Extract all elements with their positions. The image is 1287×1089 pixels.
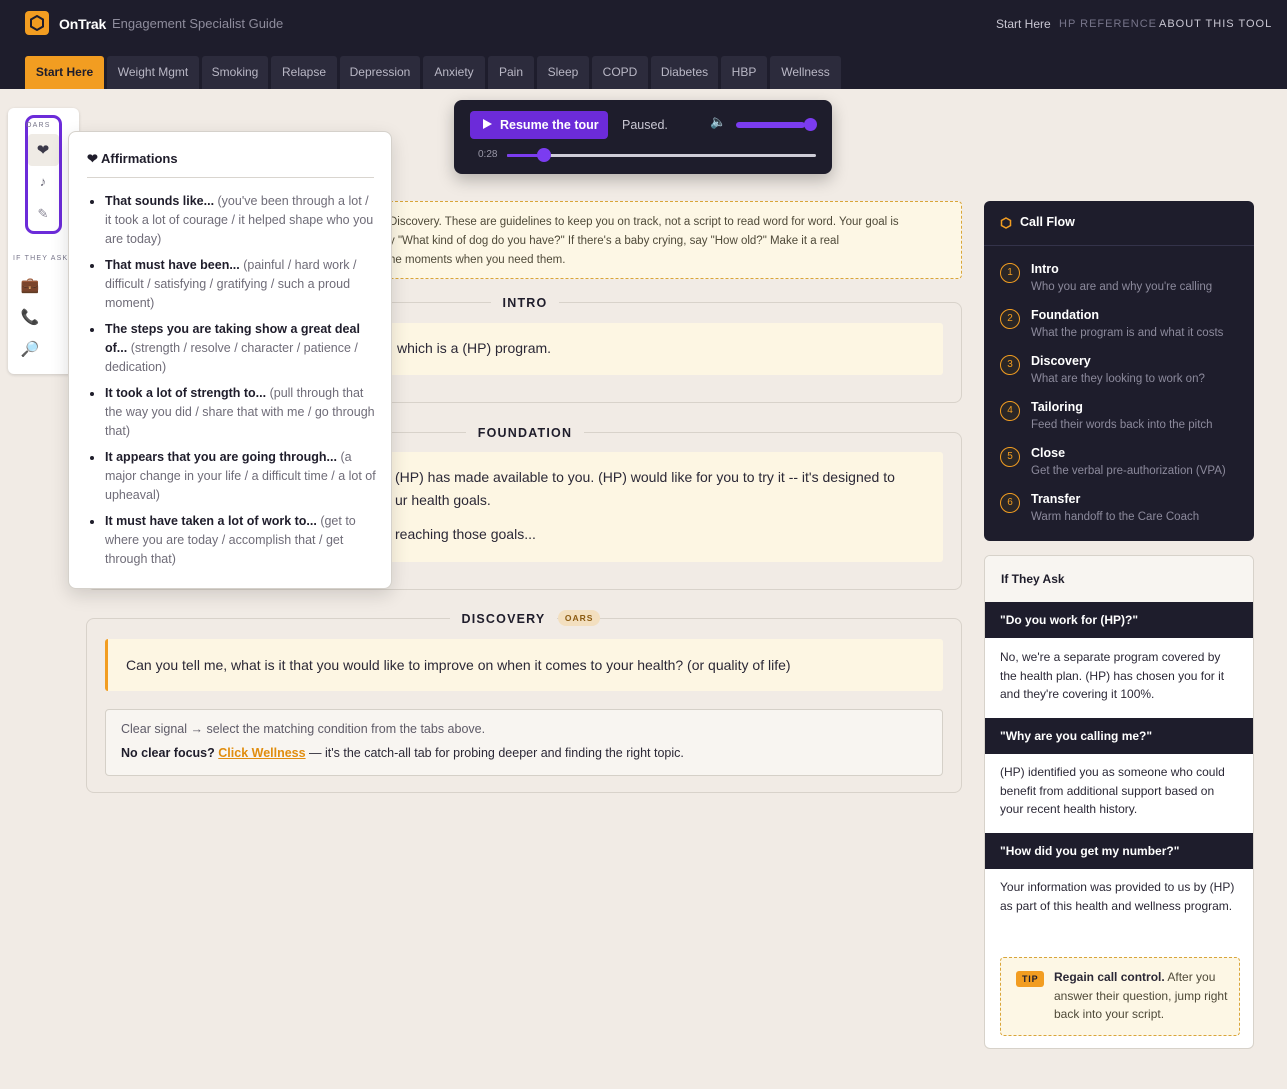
affirmation-item: That must have been... (painful / hard w… xyxy=(87,256,377,313)
resume-tour-label: Resume the tour xyxy=(500,118,599,132)
answer-text: (HP) identified you as someone who could… xyxy=(1000,765,1225,816)
tour-status: Paused. xyxy=(622,118,668,132)
question-header[interactable]: "Do you work for (HP)?" xyxy=(985,602,1253,638)
tab-copd[interactable]: COPD xyxy=(592,56,648,89)
discovery-title: DISCOVERY xyxy=(449,612,558,626)
foundation-title: FOUNDATION xyxy=(465,426,585,440)
if-they-ask-panel: If They Ask "Do you work for (HP)?" No, … xyxy=(984,555,1254,1049)
briefcase-icon[interactable]: 💼 xyxy=(16,276,44,294)
resume-tour-button[interactable]: Resume the tour xyxy=(470,111,608,139)
if-they-ask-header: If They Ask xyxy=(985,556,1253,602)
heart-icon[interactable]: ❤ xyxy=(29,141,57,159)
phone-icon[interactable]: 📞 xyxy=(16,308,44,326)
hexagon-icon xyxy=(1000,217,1012,229)
volume-fill xyxy=(736,122,806,128)
tab-pain[interactable]: Pain xyxy=(488,56,534,89)
call-flow-header: Call Flow xyxy=(984,201,1254,246)
routing-hint: Clear signal → select the matching condi… xyxy=(105,709,943,776)
oars-badge[interactable]: OARS xyxy=(557,610,601,626)
volume-slider[interactable] xyxy=(736,118,817,131)
affirmation-item: The steps you are taking show a great de… xyxy=(87,320,377,377)
affirmation-item: That sounds like... (you've been through… xyxy=(87,192,377,249)
affirmations-popover: ❤ Affirmations That sounds like... (you'… xyxy=(68,131,392,589)
tip-text: Regain call control. After you answer th… xyxy=(1054,970,1228,1021)
tip-badge: TIP xyxy=(1016,971,1045,987)
call-flow-title: Call Flow xyxy=(1020,215,1075,229)
popover-divider xyxy=(87,177,374,178)
tab-hbp[interactable]: HBP xyxy=(721,56,767,89)
tab-diabetes[interactable]: Diabetes xyxy=(651,56,718,89)
call-flow-panel: Call Flow 1 Intro Who you are and why you'… xyxy=(984,201,1254,541)
tab-start-here[interactable]: Start Here xyxy=(25,56,104,89)
tour-progress-handle[interactable] xyxy=(537,148,552,162)
magnifier-icon[interactable]: 🔎 xyxy=(16,340,44,358)
tip-box: TIP Regain call control. After you answe… xyxy=(1000,957,1240,1036)
pencil-icon[interactable]: ✎ xyxy=(29,206,57,222)
brand-name[interactable]: OnTrak xyxy=(59,16,106,32)
if-they-ask-rail-label: IF THEY ASK xyxy=(13,255,69,262)
call-flow-step[interactable]: 2 Foundation What the program is and what … xyxy=(1000,308,1250,348)
play-icon xyxy=(483,119,492,129)
discovery-section: DISCOVERY OARS Can you tell me, what is … xyxy=(86,610,962,793)
tab-sleep[interactable]: Sleep xyxy=(537,56,589,89)
brand-subtitle: Engagement Specialist Guide xyxy=(112,16,284,31)
call-flow-step[interactable]: 5 Close Get the verbal pre-authorization (… xyxy=(1000,446,1250,486)
tour-progress-slider[interactable] xyxy=(507,148,816,162)
discovery-script: Can you tell me, what is it that you wou… xyxy=(105,639,943,691)
about-this-tool-link[interactable]: ABOUT THIS TOOL xyxy=(1159,18,1272,30)
tour-time: 0:28 xyxy=(478,149,498,160)
tab-anxiety[interactable]: Anxiety xyxy=(423,56,485,89)
ontrak-logo-icon[interactable] xyxy=(25,11,49,35)
call-flow-step[interactable]: 6 Transfer Warm handoff to the Care Coach xyxy=(1000,492,1250,532)
hp-reference-link[interactable]: HP REFERENCE xyxy=(1059,18,1157,30)
start-here-link[interactable]: Start Here xyxy=(996,17,1051,31)
popover-title: ❤ Affirmations xyxy=(87,151,178,166)
tab-weight-mgmt[interactable]: Weight Mgmt xyxy=(107,56,199,89)
oars-rail-label: OARS xyxy=(26,122,51,129)
top-bar: OnTrak Engagement Specialist Guide Start… xyxy=(0,0,1287,47)
call-flow-step[interactable]: 1 Intro Who you are and why you're calling xyxy=(1000,262,1250,302)
question-header[interactable]: "How did you get my number?" xyxy=(985,833,1253,869)
affirmations-list: That sounds like... (you've been through… xyxy=(87,192,377,576)
clear-signal-text: Clear signal → select the matching condi… xyxy=(121,722,486,736)
call-flow-step[interactable]: 4 Tailoring Feed their words back into the… xyxy=(1000,400,1250,440)
tab-relapse[interactable]: Relapse xyxy=(271,56,337,89)
tab-depression[interactable]: Depression xyxy=(340,56,420,89)
music-note-icon[interactable]: ♪ xyxy=(29,174,57,189)
tab-smoking[interactable]: Smoking xyxy=(202,56,268,89)
tour-player: Resume the tour Paused. 🔈 0:28 xyxy=(454,100,832,174)
intro-title: INTRO xyxy=(490,296,560,310)
affirmation-item: It must have taken a lot of work to... (… xyxy=(87,512,377,569)
guidelines-text: Discovery. These are guidelines to keep … xyxy=(389,216,899,266)
affirmation-item: It took a lot of strength to... (pull th… xyxy=(87,384,377,441)
no-clear-focus-text: No clear focus? Click Wellness — it's th… xyxy=(121,746,684,760)
click-wellness-link[interactable]: Click Wellness xyxy=(218,746,305,760)
volume-icon[interactable]: 🔈 xyxy=(710,114,726,130)
tab-wellness[interactable]: Wellness xyxy=(770,56,841,89)
volume-handle[interactable] xyxy=(804,118,817,131)
call-flow-step[interactable]: 3 Discovery What are they looking to work … xyxy=(1000,354,1250,394)
answer-text: Your information was provided to us by (… xyxy=(1000,880,1235,913)
condition-tabs: Start Here Weight Mgmt Smoking Relapse D… xyxy=(0,47,1287,89)
answer-text: No, we're a separate program covered by … xyxy=(1000,650,1225,701)
affirmation-item: It appears that you are going through...… xyxy=(87,448,377,505)
question-header[interactable]: "Why are you calling me?" xyxy=(985,718,1253,754)
